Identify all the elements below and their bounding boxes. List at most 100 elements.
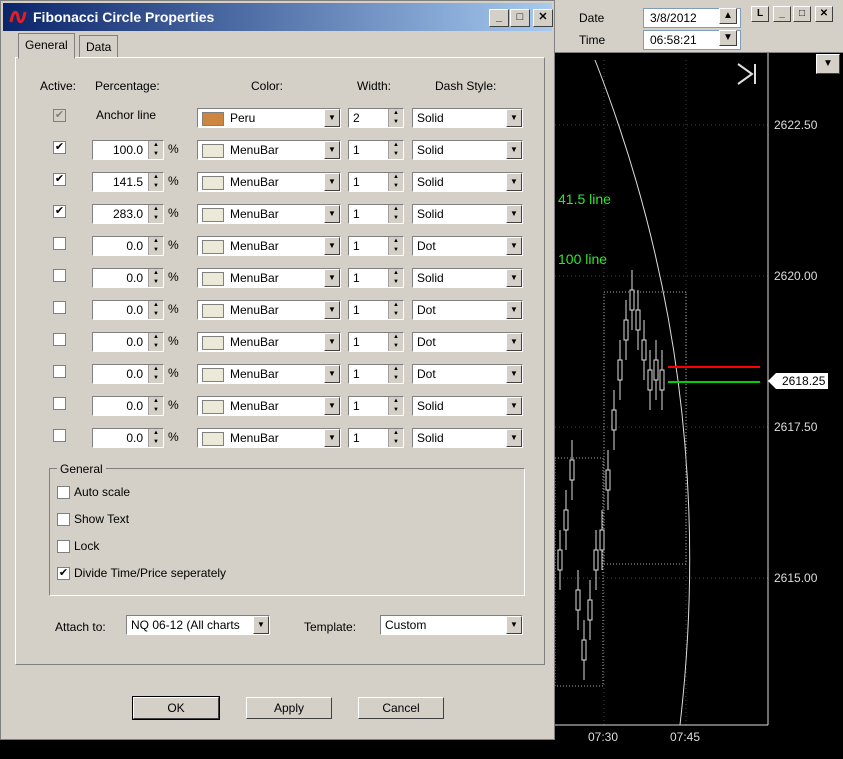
chevron-down-icon[interactable]: ▼ <box>506 397 522 415</box>
link-button[interactable]: L <box>751 6 769 22</box>
chevron-down-icon[interactable]: ▼ <box>506 429 522 447</box>
maximize-icon[interactable]: □ <box>510 9 530 27</box>
level-color-select[interactable]: MenuBar ▼ <box>197 428 341 448</box>
level-dash-select[interactable]: Solid ▼ <box>412 140 523 160</box>
level-dash-select[interactable]: Solid ▼ <box>412 204 523 224</box>
chevron-down-icon[interactable]: ▼ <box>324 301 340 319</box>
chevron-down-icon[interactable]: ▼ <box>506 237 522 255</box>
level-active-checkbox[interactable] <box>53 429 66 442</box>
spin-arrows-icon[interactable]: ▲ ▼ <box>388 173 403 191</box>
level-percentage-stepper[interactable]: 0.0 ▲ ▼ <box>92 364 164 384</box>
spin-arrows-icon[interactable]: ▲ ▼ <box>148 269 163 287</box>
level-percentage-stepper[interactable]: 0.0 ▲ ▼ <box>92 332 164 352</box>
spin-arrows-icon[interactable]: ▲ ▼ <box>388 237 403 255</box>
chevron-down-icon[interactable]: ▼ <box>506 109 522 127</box>
level-percentage-stepper[interactable]: 0.0 ▲ ▼ <box>92 236 164 256</box>
close-chart-icon[interactable]: ✕ <box>815 6 833 22</box>
spin-arrows-icon[interactable]: ▲ ▼ <box>148 365 163 383</box>
time-scroll-down[interactable]: ▼ <box>719 30 737 46</box>
spin-arrows-icon[interactable]: ▲ ▼ <box>148 173 163 191</box>
level-dash-select[interactable]: Solid ▼ <box>412 396 523 416</box>
level-width-stepper[interactable]: 1 ▲ ▼ <box>348 396 404 416</box>
level-color-select[interactable]: MenuBar ▼ <box>197 140 341 160</box>
anchor-width-stepper[interactable]: 2 ▲ ▼ <box>348 108 404 128</box>
chevron-down-icon[interactable]: ▼ <box>324 237 340 255</box>
level-color-select[interactable]: MenuBar ▼ <box>197 172 341 192</box>
level-color-select[interactable]: MenuBar ▼ <box>197 204 341 224</box>
level-active-checkbox[interactable] <box>53 237 66 250</box>
level-width-stepper[interactable]: 1 ▲ ▼ <box>348 332 404 352</box>
dialog-title-bar[interactable]: Fibonacci Circle Properties _ □ ✕ <box>3 3 553 31</box>
level-percentage-stepper[interactable]: 0.0 ▲ ▼ <box>92 428 164 448</box>
minimize-icon[interactable]: _ <box>489 9 509 27</box>
spin-arrows-icon[interactable]: ▲ ▼ <box>388 301 403 319</box>
apply-button[interactable]: Apply <box>246 697 332 719</box>
level-percentage-stepper[interactable]: 141.5 ▲ ▼ <box>92 172 164 192</box>
close-icon[interactable]: ✕ <box>533 9 553 27</box>
level-width-stepper[interactable]: 1 ▲ ▼ <box>348 268 404 288</box>
level-color-select[interactable]: MenuBar ▼ <box>197 332 341 352</box>
level-width-stepper[interactable]: 1 ▲ ▼ <box>348 364 404 384</box>
spin-arrows-icon[interactable]: ▲ ▼ <box>148 141 163 159</box>
spin-arrows-icon[interactable]: ▲ ▼ <box>148 397 163 415</box>
level-color-select[interactable]: MenuBar ▼ <box>197 396 341 416</box>
level-dash-select[interactable]: Dot ▼ <box>412 364 523 384</box>
anchor-dash-select[interactable]: Solid ▼ <box>412 108 523 128</box>
level-percentage-stepper[interactable]: 0.0 ▲ ▼ <box>92 396 164 416</box>
spin-arrows-icon[interactable]: ▲ ▼ <box>388 365 403 383</box>
general-option-checkbox[interactable] <box>57 486 70 499</box>
anchor-color-select[interactable]: Peru ▼ <box>197 108 341 128</box>
spin-arrows-icon[interactable]: ▲ ▼ <box>148 237 163 255</box>
level-dash-select[interactable]: Dot ▼ <box>412 236 523 256</box>
level-dash-select[interactable]: Solid ▼ <box>412 428 523 448</box>
chevron-down-icon[interactable]: ▼ <box>506 205 522 223</box>
chevron-down-icon[interactable]: ▼ <box>324 205 340 223</box>
spin-arrows-icon[interactable]: ▲ ▼ <box>388 333 403 351</box>
level-percentage-stepper[interactable]: 0.0 ▲ ▼ <box>92 268 164 288</box>
level-width-stepper[interactable]: 1 ▲ ▼ <box>348 236 404 256</box>
spin-arrows-icon[interactable]: ▲ ▼ <box>388 109 403 127</box>
chevron-down-icon[interactable]: ▼ <box>506 173 522 191</box>
spin-arrows-icon[interactable]: ▲ ▼ <box>148 429 163 447</box>
chevron-down-icon[interactable]: ▼ <box>506 141 522 159</box>
general-option-checkbox[interactable] <box>57 540 70 553</box>
level-width-stepper[interactable]: 1 ▲ ▼ <box>348 300 404 320</box>
level-color-select[interactable]: MenuBar ▼ <box>197 236 341 256</box>
level-dash-select[interactable]: Dot ▼ <box>412 332 523 352</box>
ok-button[interactable]: OK <box>132 696 220 720</box>
chevron-down-icon[interactable]: ▼ <box>324 173 340 191</box>
level-active-checkbox[interactable]: ✔ <box>53 141 66 154</box>
level-width-stepper[interactable]: 1 ▲ ▼ <box>348 172 404 192</box>
level-color-select[interactable]: MenuBar ▼ <box>197 364 341 384</box>
level-percentage-stepper[interactable]: 100.0 ▲ ▼ <box>92 140 164 160</box>
cancel-button[interactable]: Cancel <box>358 697 444 719</box>
level-active-checkbox[interactable]: ✔ <box>53 205 66 218</box>
spin-arrows-icon[interactable]: ▲ ▼ <box>388 141 403 159</box>
chevron-down-icon[interactable]: ▼ <box>324 333 340 351</box>
level-width-stepper[interactable]: 1 ▲ ▼ <box>348 428 404 448</box>
chevron-down-icon[interactable]: ▼ <box>324 429 340 447</box>
spin-arrows-icon[interactable]: ▲ ▼ <box>388 269 403 287</box>
spin-arrows-icon[interactable]: ▲ ▼ <box>388 397 403 415</box>
level-percentage-stepper[interactable]: 0.0 ▲ ▼ <box>92 300 164 320</box>
date-scroll-up[interactable]: ▲ <box>719 8 737 24</box>
level-active-checkbox[interactable] <box>53 301 66 314</box>
chevron-down-icon[interactable]: ▼ <box>506 333 522 351</box>
chevron-down-icon[interactable]: ▼ <box>253 616 269 634</box>
spin-arrows-icon[interactable]: ▲ ▼ <box>148 301 163 319</box>
chevron-down-icon[interactable]: ▼ <box>324 141 340 159</box>
spin-arrows-icon[interactable]: ▲ ▼ <box>388 429 403 447</box>
chevron-down-icon[interactable]: ▼ <box>506 616 522 634</box>
maximize-chart-icon[interactable]: □ <box>793 6 811 22</box>
level-color-select[interactable]: MenuBar ▼ <box>197 300 341 320</box>
template-select[interactable]: Custom ▼ <box>380 615 523 635</box>
chevron-down-icon[interactable]: ▼ <box>324 397 340 415</box>
chevron-down-icon[interactable]: ▼ <box>324 269 340 287</box>
level-color-select[interactable]: MenuBar ▼ <box>197 268 341 288</box>
spin-arrows-icon[interactable]: ▲ ▼ <box>148 205 163 223</box>
level-active-checkbox[interactable] <box>53 365 66 378</box>
chevron-down-icon[interactable]: ▼ <box>324 109 340 127</box>
level-dash-select[interactable]: Dot ▼ <box>412 300 523 320</box>
level-dash-select[interactable]: Solid ▼ <box>412 172 523 192</box>
level-active-checkbox[interactable]: ✔ <box>53 173 66 186</box>
